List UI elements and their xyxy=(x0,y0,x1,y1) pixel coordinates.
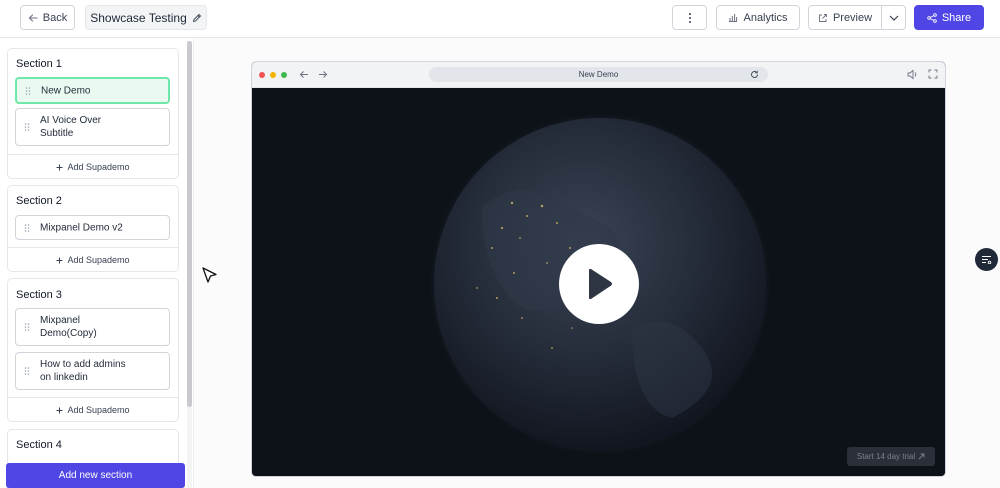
plus-icon xyxy=(56,257,63,263)
share-button-label: Share xyxy=(941,11,972,24)
demo-item[interactable]: How to add admins on linkedin xyxy=(15,352,170,390)
demo-item[interactable]: New Demo xyxy=(15,77,170,104)
share-button[interactable]: Share xyxy=(914,5,984,30)
drag-handle-icon[interactable] xyxy=(24,367,30,376)
add-supademo-button[interactable]: Add Supademo xyxy=(8,154,178,179)
analytics-button[interactable]: Analytics xyxy=(716,5,800,30)
drag-handle-icon[interactable] xyxy=(24,223,30,232)
preview-button-label: Preview xyxy=(832,11,873,24)
section-card: Section 2 Mixpanel Demo v2 Add Supademo xyxy=(7,185,179,272)
plus-icon xyxy=(56,407,63,413)
browser-preview: New Demo xyxy=(251,61,946,477)
demo-item[interactable]: Mixpanel Demo v2 xyxy=(15,215,170,240)
window-close-dot xyxy=(259,72,265,78)
section-card: Section 1 New Demo AI Voice Over Subtitl… xyxy=(7,48,179,179)
plus-icon xyxy=(56,164,63,170)
demo-item-label: Mixpanel Demo(Copy) xyxy=(40,315,97,339)
start-trial-button[interactable]: Start 14 day trial xyxy=(847,447,935,466)
demo-item-label: How to add admins on linkedin xyxy=(40,359,126,383)
preview-button[interactable]: Preview xyxy=(808,5,882,30)
reload-icon[interactable] xyxy=(750,70,759,79)
add-supademo-button[interactable]: Add Supademo xyxy=(8,397,178,422)
arrow-left-icon xyxy=(28,13,38,22)
add-supademo-label: Add Supademo xyxy=(67,405,130,415)
section-title: Section 2 xyxy=(16,195,62,207)
pencil-icon xyxy=(192,13,201,22)
fullscreen-icon[interactable] xyxy=(928,69,938,79)
drag-handle-icon[interactable] xyxy=(24,323,30,332)
back-button[interactable]: Back xyxy=(20,5,75,30)
window-maximize-dot xyxy=(281,72,287,78)
demo-item-label: Mixpanel Demo v2 xyxy=(40,222,123,233)
section-title: Section 4 xyxy=(16,439,62,451)
url-title: New Demo xyxy=(578,70,619,79)
demo-item-label: AI Voice Over Subtitle xyxy=(40,115,102,139)
volume-icon[interactable] xyxy=(907,69,918,80)
play-icon xyxy=(589,268,612,300)
arrow-up-right-icon xyxy=(918,453,925,460)
drag-handle-icon[interactable] xyxy=(24,123,30,132)
demo-item-label: New Demo xyxy=(41,85,91,96)
demo-video-area[interactable] xyxy=(252,88,945,476)
section-card: Section 3 Mixpanel Demo(Copy) How to add… xyxy=(7,278,179,422)
bar-chart-icon xyxy=(729,14,738,22)
back-button-label: Back xyxy=(42,11,68,24)
more-options-button[interactable] xyxy=(672,5,707,30)
preview-dropdown-button[interactable] xyxy=(881,5,906,30)
sidebar-scrollbar-thumb[interactable] xyxy=(187,41,192,407)
add-new-section-button[interactable]: Add new section xyxy=(6,463,185,488)
browser-toolbar: New Demo xyxy=(252,62,945,88)
vertical-dots-icon xyxy=(688,12,691,23)
floating-settings-button[interactable] xyxy=(975,248,998,271)
list-filter-icon xyxy=(982,255,992,264)
mouse-cursor-icon xyxy=(202,267,217,283)
top-header: Back Showcase Testing Analytics Preview … xyxy=(0,0,1000,38)
section-title: Section 3 xyxy=(16,289,62,301)
start-trial-label: Start 14 day trial xyxy=(856,452,916,461)
external-link-icon xyxy=(818,13,827,22)
showcase-title: Showcase Testing xyxy=(90,10,187,25)
drag-handle-icon[interactable] xyxy=(25,86,31,95)
showcase-title-button[interactable]: Showcase Testing xyxy=(85,5,207,30)
browser-forward-icon[interactable] xyxy=(318,70,328,79)
demo-item[interactable]: Mixpanel Demo(Copy) xyxy=(15,308,170,346)
browser-back-icon[interactable] xyxy=(299,70,309,79)
add-new-section-label: Add new section xyxy=(58,470,133,481)
share-icon xyxy=(927,12,937,23)
add-supademo-label: Add Supademo xyxy=(67,162,130,172)
add-supademo-label: Add Supademo xyxy=(67,255,130,265)
analytics-button-label: Analytics xyxy=(743,11,788,24)
demo-item[interactable]: AI Voice Over Subtitle xyxy=(15,108,170,146)
add-supademo-button[interactable]: Add Supademo xyxy=(8,247,178,272)
chevron-down-icon xyxy=(889,15,898,21)
section-title: Section 1 xyxy=(16,58,62,70)
window-minimize-dot xyxy=(270,72,276,78)
url-bar[interactable]: New Demo xyxy=(429,67,768,82)
play-button[interactable] xyxy=(559,244,639,324)
